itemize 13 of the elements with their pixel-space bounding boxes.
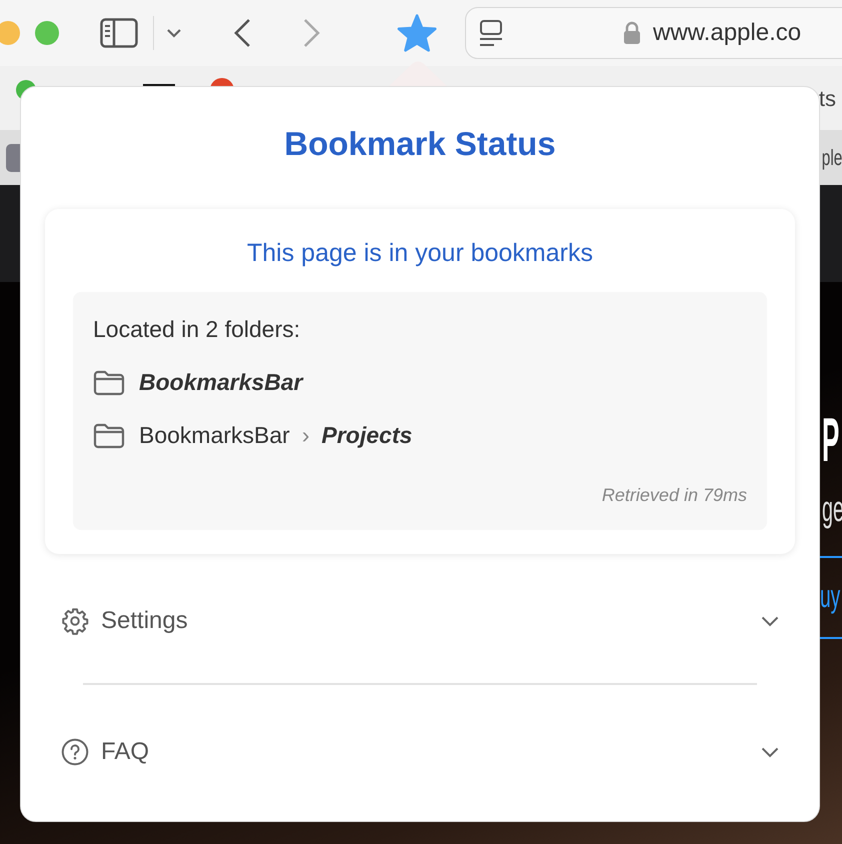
accordion-header[interactable]: FAQ [45, 720, 795, 784]
status-message: This page is in your bookmarks [246, 239, 594, 268]
accordion-header[interactable]: Settings [45, 589, 795, 653]
folder-path[interactable]: BookmarksBar [139, 369, 303, 396]
folder-count-text: Located in 2 folders: [93, 316, 302, 343]
address-field[interactable]: www.apple.co [465, 7, 842, 59]
retrieval-time: Retrieved in 79ms [600, 485, 747, 506]
page-headline: P [822, 410, 840, 472]
tab-title[interactable]: ple [821, 144, 842, 170]
folder-path[interactable]: BookmarksBar › Projects [139, 422, 412, 449]
url-text: www.apple.co [653, 19, 802, 47]
popup-title: Bookmark Status [283, 125, 557, 163]
bookmark-label[interactable]: ts [818, 86, 836, 112]
